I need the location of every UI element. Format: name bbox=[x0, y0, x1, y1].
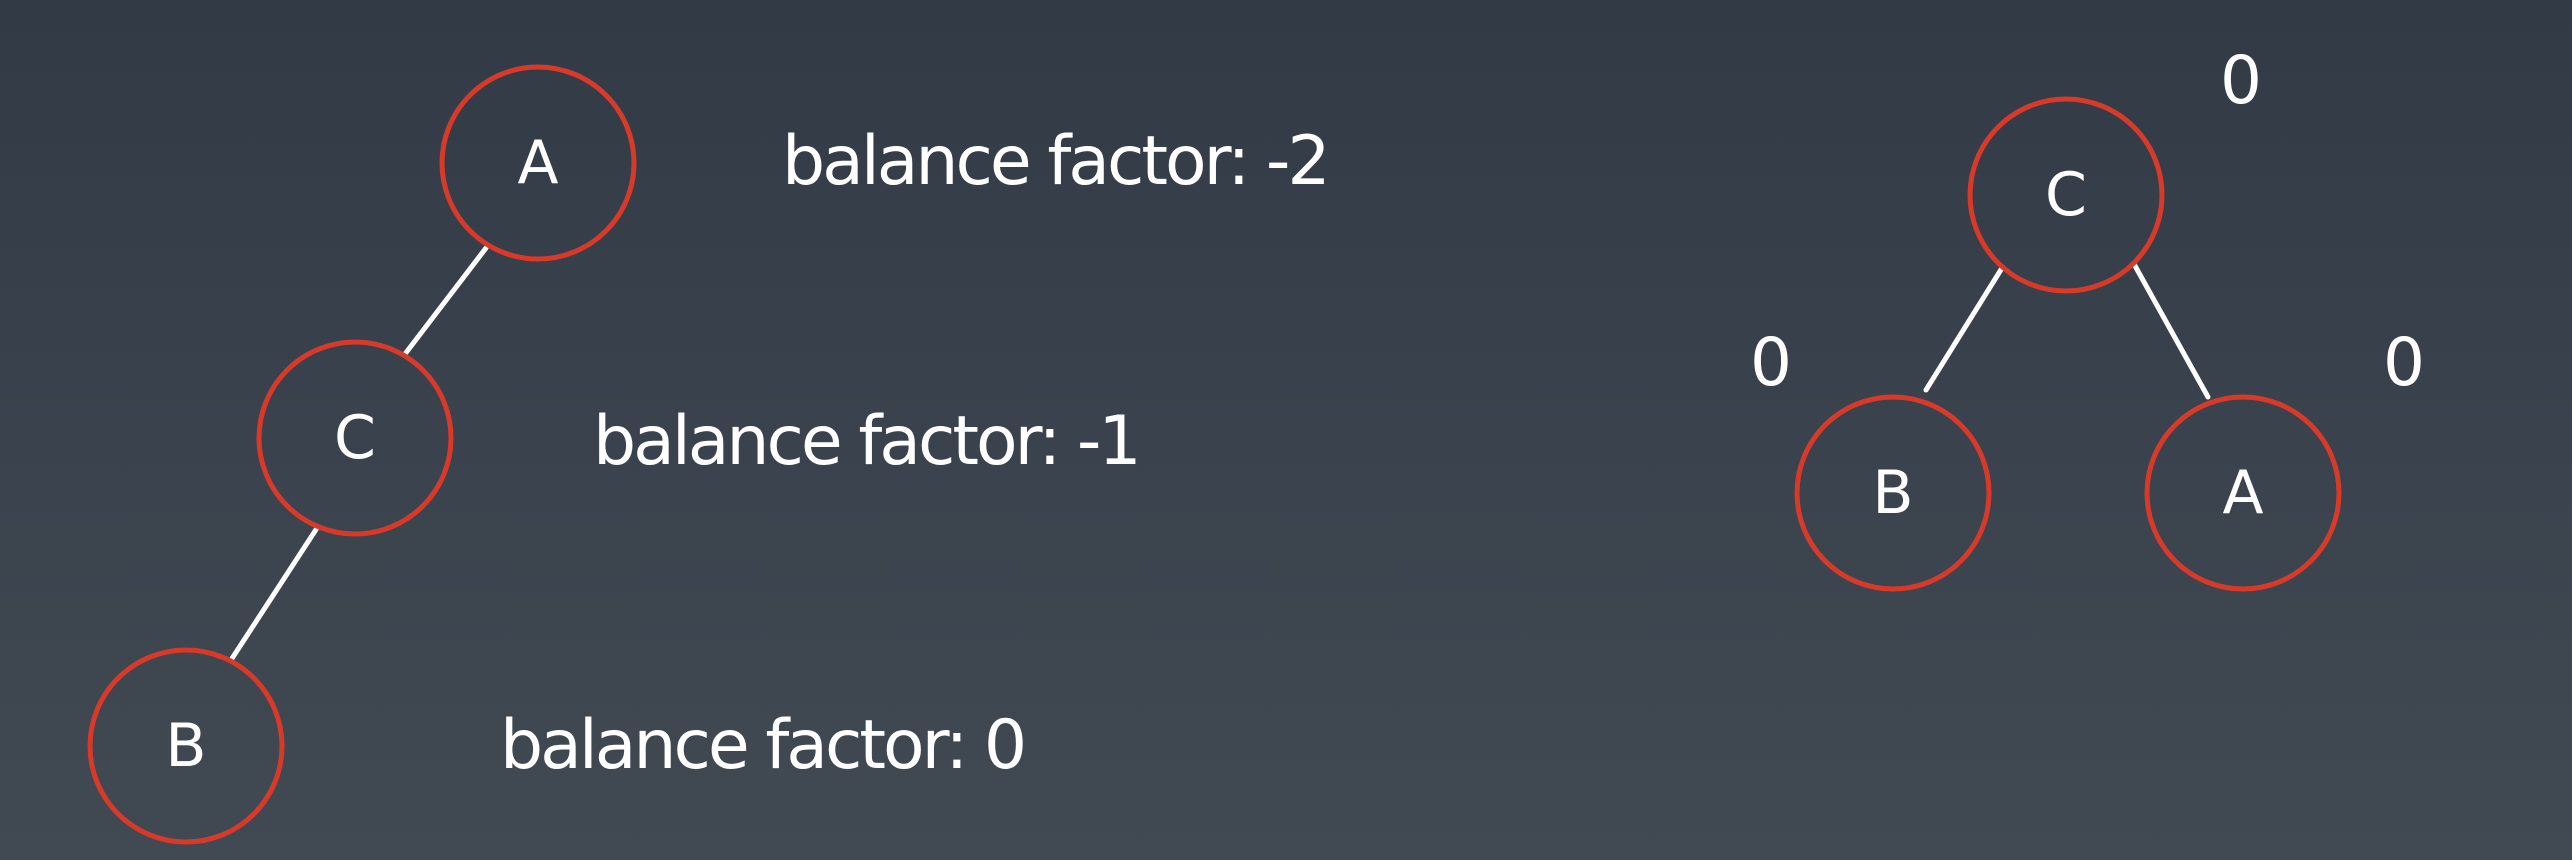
right-balance-b: 0 bbox=[1750, 324, 1792, 401]
right-balance-a: 0 bbox=[2383, 324, 2425, 401]
left-node-c: C bbox=[256, 339, 454, 537]
left-node-b-label: B bbox=[165, 711, 206, 781]
right-node-b: B bbox=[1794, 394, 1992, 592]
left-node-a-label: A bbox=[517, 128, 558, 198]
left-node-c-label: C bbox=[334, 403, 376, 473]
right-node-a-label: A bbox=[2222, 458, 2263, 528]
right-balance-c: 0 bbox=[2220, 42, 2262, 119]
right-node-a: A bbox=[2144, 394, 2342, 592]
right-edge-c-a bbox=[2131, 261, 2211, 400]
left-node-b: B bbox=[87, 647, 285, 845]
left-edge-c-b bbox=[228, 525, 320, 663]
avl-rotation-diagram: A C B C B A balance factor: -2 balance f… bbox=[0, 0, 2572, 860]
right-node-c: C bbox=[1967, 96, 2165, 294]
right-edge-c-b bbox=[1923, 265, 2005, 393]
balance-label-c: balance factor: -1 bbox=[593, 402, 1142, 481]
left-node-a: A bbox=[439, 64, 637, 262]
left-edge-a-c bbox=[402, 245, 489, 357]
right-node-b-label: B bbox=[1872, 458, 1913, 528]
balance-label-a: balance factor: -2 bbox=[782, 122, 1331, 201]
balance-label-b: balance factor: 0 bbox=[500, 706, 1027, 785]
right-node-c-label: C bbox=[2045, 160, 2087, 230]
